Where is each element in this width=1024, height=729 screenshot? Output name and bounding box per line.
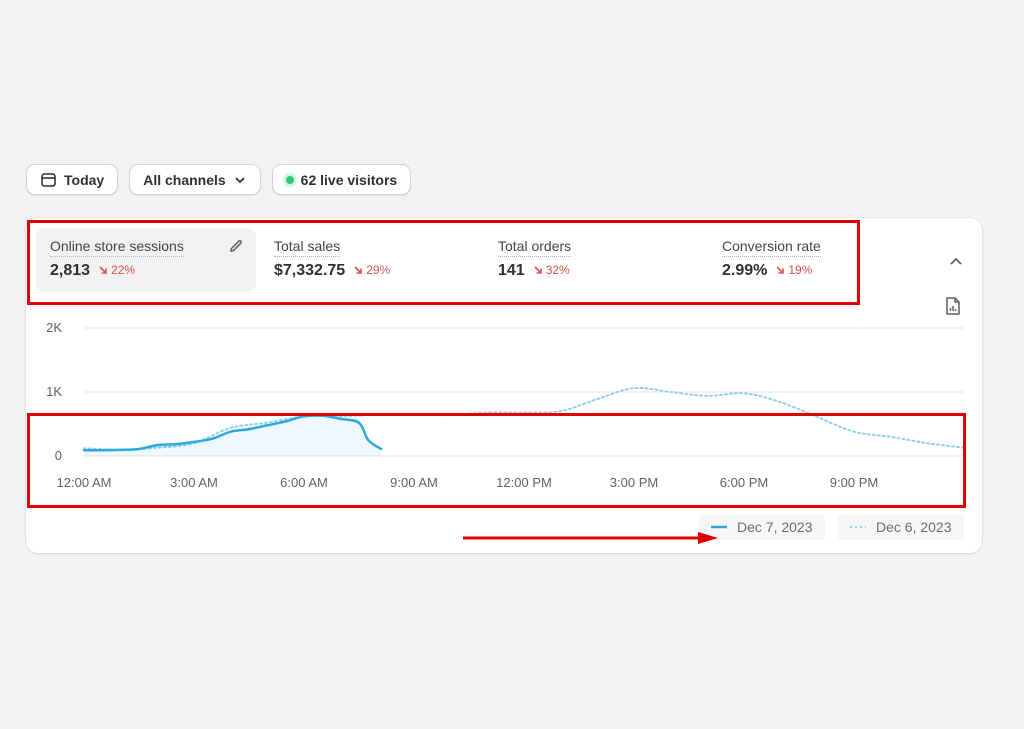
x-tick-label: 12:00 AM [57, 475, 112, 490]
y-tick-label: 2K [46, 320, 62, 335]
legend-item-previous[interactable]: Dec 6, 2023 [838, 514, 964, 540]
live-visitors-label: 62 live visitors [300, 171, 398, 188]
chevron-down-icon [233, 173, 247, 187]
date-range-label: Today [64, 171, 105, 188]
sessions-chart: 0 1K 2K 12:00 AM 3:00 AM 6:00 AM 9:00 AM 12:00 … [46, 320, 965, 490]
annotation-arrow [463, 532, 718, 544]
y-tick-label: 0 [55, 448, 62, 463]
x-tick-label: 9:00 AM [390, 475, 438, 490]
x-tick-label: 3:00 PM [610, 475, 658, 490]
live-dot-icon [285, 175, 294, 184]
x-tick-label: 6:00 PM [720, 475, 768, 490]
channel-select-label: All channels [143, 171, 226, 188]
x-tick-label: 9:00 PM [830, 475, 878, 490]
legend-dotted-swatch [850, 526, 866, 528]
legend-label: Dec 6, 2023 [876, 519, 952, 535]
channel-select[interactable]: All channels [129, 164, 261, 195]
analytics-card: Online store sessions 2,813 22% Total sa… [26, 218, 982, 553]
y-tick-label: 1K [46, 384, 62, 399]
live-visitors-button[interactable]: 62 live visitors [271, 164, 412, 195]
legend-solid-swatch [711, 525, 727, 529]
toolbar: Today All channels 62 live visitors [26, 164, 412, 195]
x-tick-label: 6:00 AM [280, 475, 328, 490]
calendar-icon [40, 171, 57, 188]
date-range-button[interactable]: Today [26, 164, 119, 195]
x-tick-label: 12:00 PM [496, 475, 552, 490]
legend-label: Dec 7, 2023 [737, 519, 813, 535]
x-tick-label: 3:00 AM [170, 475, 218, 490]
